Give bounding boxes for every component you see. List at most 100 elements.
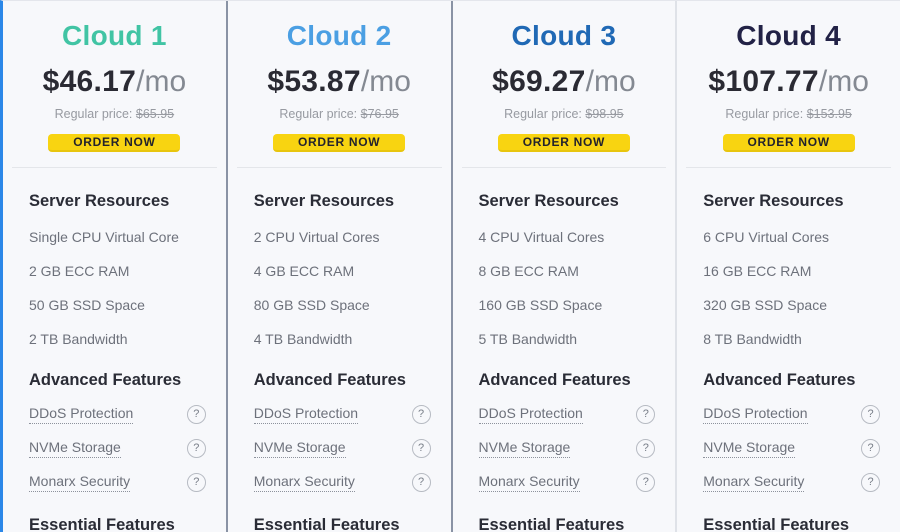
price-period: /mo [360,65,411,98]
server-resources-heading: Server Resources [253,192,395,210]
resource-item: 320 GB SSD Space [703,297,827,313]
plan-price: $46.17/mo [43,65,187,99]
features-section: Server Resources 4 CPU Virtual Cores 8 G… [453,168,676,532]
feature-row: NVMe Storage ? [703,439,880,458]
feature-link-monarx-security[interactable]: Monarx Security [29,473,131,492]
essential-features-heading: Essential Features [703,516,850,532]
server-resources-list: 2 CPU Virtual Cores 4 GB ECC RAM 80 GB S… [254,229,431,347]
resource-item: 50 GB SSD Space [29,297,145,313]
feature-link-monarx-security[interactable]: Monarx Security [703,473,805,492]
feature-row: Monarx Security ? [29,473,206,492]
help-icon[interactable]: ? [186,405,206,424]
resource-item: 4 TB Bandwidth [253,331,353,347]
price-period: /mo [136,65,187,98]
resource-item: 8 GB ECC RAM [478,263,579,279]
feature-row: Monarx Security ? [703,473,880,492]
help-icon[interactable]: ? [411,473,431,492]
feature-row: Monarx Security ? [253,473,431,492]
advanced-features-heading: Advanced Features [29,371,182,389]
plan-price: $69.27/mo [492,65,636,99]
advanced-features-heading: Advanced Features [253,371,406,389]
advanced-features-list: DDoS Protection ? NVMe Storage ? Monarx … [478,405,656,492]
advanced-features-list: DDoS Protection ? NVMe Storage ? Monarx … [253,405,431,492]
price-period: /mo [585,65,636,98]
plan-name: Cloud 1 [61,20,167,51]
feature-link-nvme-storage[interactable]: NVMe Storage [253,439,346,458]
plan-name: Cloud 3 [511,20,617,51]
help-icon[interactable]: ? [411,405,431,424]
price-amount: $53.87 [267,65,361,98]
server-resources-heading: Server Resources [703,192,844,210]
advanced-features-list: DDoS Protection ? NVMe Storage ? Monarx … [29,405,206,492]
regular-price: Regular price: $65.95 [55,107,175,121]
plan-price: $53.87/mo [267,65,411,99]
price-amount: $46.17 [42,65,137,98]
feature-row: NVMe Storage ? [29,439,206,458]
server-resources-list: Single CPU Virtual Core 2 GB ECC RAM 50 … [29,229,206,347]
feature-row: DDoS Protection ? [478,405,656,424]
regular-price: Regular price: $76.95 [279,107,399,121]
feature-link-ddos-protection[interactable]: DDoS Protection [253,405,359,424]
resource-item: 6 CPU Virtual Cores [703,229,830,245]
resource-item: 4 CPU Virtual Cores [478,229,605,245]
plan-card-cloud-3: Cloud 3 $69.27/mo Regular price: $98.95 … [452,1,678,532]
resource-item: 80 GB SSD Space [253,297,370,313]
feature-row: Monarx Security ? [478,473,656,492]
help-icon[interactable]: ? [861,439,880,458]
features-section: Server Resources 2 CPU Virtual Cores 4 G… [228,168,451,532]
feature-link-nvme-storage[interactable]: NVMe Storage [703,439,796,458]
feature-link-ddos-protection[interactable]: DDoS Protection [703,405,808,424]
order-now-button[interactable]: ORDER NOW [722,134,855,152]
regular-price-label: Regular price: [725,107,804,121]
essential-features-heading: Essential Features [253,516,400,532]
feature-link-ddos-protection[interactable]: DDoS Protection [29,405,134,424]
resource-item: 4 GB ECC RAM [253,263,355,279]
help-icon[interactable]: ? [186,439,206,458]
features-section: Server Resources 6 CPU Virtual Cores 16 … [677,168,900,532]
features-section: Server Resources Single CPU Virtual Core… [3,168,226,532]
order-now-button[interactable]: ORDER NOW [48,134,181,152]
regular-price: Regular price: $153.95 [725,107,852,121]
advanced-features-heading: Advanced Features [703,371,856,389]
feature-link-nvme-storage[interactable]: NVMe Storage [29,439,121,458]
help-icon[interactable]: ? [861,473,880,492]
help-icon[interactable]: ? [636,473,656,492]
regular-price-label: Regular price: [279,107,358,121]
feature-link-monarx-security[interactable]: Monarx Security [253,473,355,492]
price-period: /mo [818,65,869,98]
feature-row: NVMe Storage ? [253,439,431,458]
help-icon[interactable]: ? [636,405,656,424]
advanced-features-heading: Advanced Features [478,371,631,389]
price-amount: $69.27 [492,65,586,98]
server-resources-heading: Server Resources [478,192,619,210]
feature-link-ddos-protection[interactable]: DDoS Protection [478,405,583,424]
help-icon[interactable]: ? [861,405,880,424]
regular-price-label: Regular price: [504,107,582,121]
plan-card-cloud-1: Cloud 1 $46.17/mo Regular price: $65.95 … [3,1,228,532]
regular-price: Regular price: $98.95 [504,107,624,121]
regular-price-value: $153.95 [806,107,852,121]
help-icon[interactable]: ? [186,473,206,492]
resource-item: 2 CPU Virtual Cores [253,229,380,245]
regular-price-label: Regular price: [54,107,133,121]
feature-row: DDoS Protection ? [29,405,206,424]
help-icon[interactable]: ? [411,439,431,458]
regular-price-value: $76.95 [360,107,399,121]
order-now-button[interactable]: ORDER NOW [497,134,630,152]
resource-item: Single CPU Virtual Core [29,229,179,245]
help-icon[interactable]: ? [636,439,656,458]
plan-price: $107.77/mo [708,65,869,99]
pricing-table: Cloud 1 $46.17/mo Regular price: $65.95 … [0,0,900,532]
feature-row: DDoS Protection ? [253,405,431,424]
feature-link-monarx-security[interactable]: Monarx Security [478,473,580,492]
server-resources-list: 6 CPU Virtual Cores 16 GB ECC RAM 320 GB… [703,229,880,347]
feature-row: DDoS Protection ? [703,405,880,424]
server-resources-list: 4 CPU Virtual Cores 8 GB ECC RAM 160 GB … [479,229,656,347]
order-now-button[interactable]: ORDER NOW [273,134,406,152]
regular-price-value: $65.95 [135,107,175,121]
plan-name: Cloud 2 [286,20,392,51]
feature-row: NVMe Storage ? [478,439,656,458]
resource-item: 2 TB Bandwidth [29,331,128,347]
resource-item: 2 GB ECC RAM [29,263,130,279]
feature-link-nvme-storage[interactable]: NVMe Storage [478,439,571,458]
